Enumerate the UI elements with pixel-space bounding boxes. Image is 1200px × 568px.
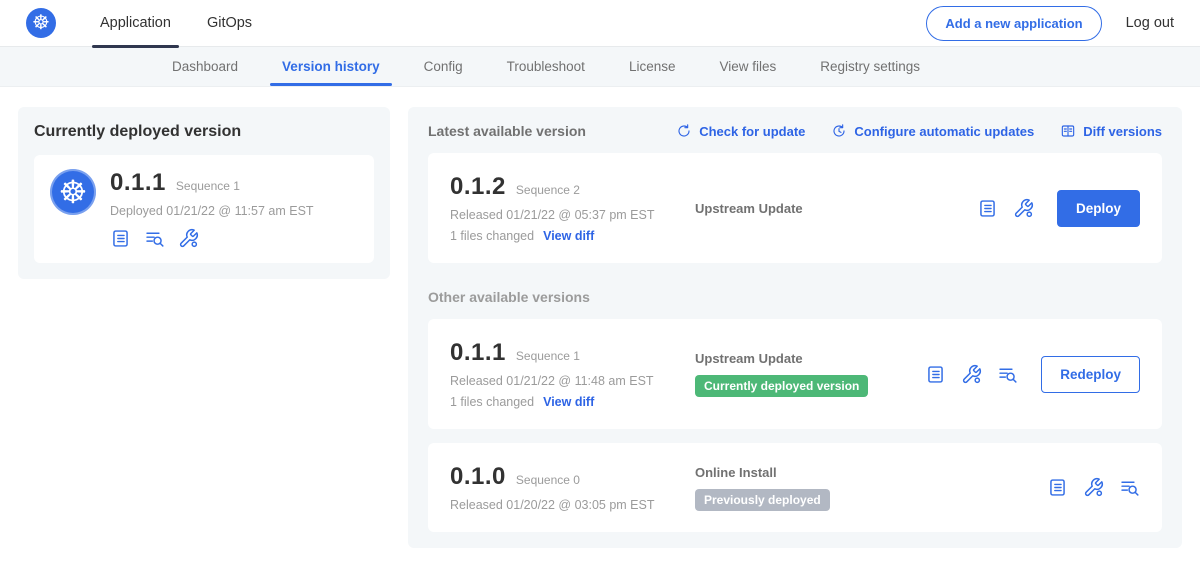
check-for-update-link[interactable]: Check for update [676,123,805,139]
deploy-button[interactable]: Deploy [1057,190,1140,227]
subnav-item-registry-settings[interactable]: Registry settings [798,47,942,86]
sequence-label: Sequence 0 [516,473,580,487]
logout-link[interactable]: Log out [1126,15,1174,31]
refresh-icon [676,123,692,139]
subnav-item-dashboard[interactable]: Dashboard [150,47,260,86]
release-notes-icon[interactable] [1047,477,1068,498]
release-notes-icon[interactable] [977,198,998,219]
released-date: Released 01/21/22 @ 05:37 pm EST [450,208,695,222]
released-date: Released 01/21/22 @ 11:48 am EST [450,374,695,388]
app-logo-icon: ☸ [50,169,96,215]
configure-automatic-updates-label: Configure automatic updates [854,124,1034,139]
tab-application[interactable]: Application [82,0,189,47]
sequence-label: Sequence 1 [516,349,580,363]
version-row: 0.1.0 Sequence 0 Released 01/20/22 @ 03:… [428,443,1162,532]
version-row-latest: 0.1.2 Sequence 2 Released 01/21/22 @ 05:… [428,153,1162,263]
view-files-icon[interactable] [997,364,1018,385]
view-diff-link[interactable]: View diff [543,395,594,409]
edit-config-icon[interactable] [961,364,982,385]
version-source: Online Install [695,465,1047,480]
edit-config-icon[interactable] [1083,477,1104,498]
version-source: Upstream Update [695,351,925,366]
files-changed-label: 1 files changed [450,395,534,409]
version-number: 0.1.2 [450,173,506,201]
deployed-date: Deployed 01/21/22 @ 11:57 am EST [110,204,314,218]
subnav-item-version-history[interactable]: Version history [260,47,402,86]
released-date: Released 01/20/22 @ 03:05 pm EST [450,498,695,512]
app-subnav: Dashboard Version history Config Trouble… [0,47,1200,87]
deployed-panel-title: Currently deployed version [34,123,374,141]
files-changed-label: 1 files changed [450,229,534,243]
app-header: ☸ Application GitOps Add a new applicati… [0,0,1200,47]
schedule-icon [831,123,847,139]
release-notes-icon[interactable] [110,228,131,249]
version-actions: Check for update Configure automatic upd… [676,123,1162,139]
subnav-item-view-files[interactable]: View files [697,47,798,86]
deployed-version-number: 0.1.1 [110,169,166,197]
app-nav: Application GitOps [82,0,270,47]
sequence-label: Sequence 2 [516,183,580,197]
currently-deployed-badge: Currently deployed version [695,375,868,397]
diff-versions-label: Diff versions [1083,124,1162,139]
tab-gitops[interactable]: GitOps [189,0,270,47]
currently-deployed-panel: Currently deployed version ☸ 0.1.1 Seque… [18,107,390,279]
latest-version-title: Latest available version [428,123,586,139]
check-for-update-label: Check for update [699,124,805,139]
view-diff-link[interactable]: View diff [543,229,594,243]
edit-config-icon[interactable] [178,228,199,249]
diff-versions-link[interactable]: Diff versions [1060,123,1162,139]
view-files-icon[interactable] [144,228,165,249]
version-number: 0.1.1 [450,339,506,367]
kubernetes-logo-icon: ☸ [26,8,56,38]
add-application-button[interactable]: Add a new application [926,6,1101,41]
redeploy-button[interactable]: Redeploy [1041,356,1140,393]
deployed-sequence-label: Sequence 1 [176,179,240,193]
configure-automatic-updates-link[interactable]: Configure automatic updates [831,123,1034,139]
view-files-icon[interactable] [1119,477,1140,498]
main-content: Currently deployed version ☸ 0.1.1 Seque… [0,87,1200,568]
version-row: 0.1.1 Sequence 1 Released 01/21/22 @ 11:… [428,319,1162,429]
subnav-item-license[interactable]: License [607,47,698,86]
subnav-item-config[interactable]: Config [402,47,485,86]
edit-config-icon[interactable] [1013,198,1034,219]
subnav-item-troubleshoot[interactable]: Troubleshoot [485,47,607,86]
deployed-actions [110,228,314,249]
deployed-version-card: ☸ 0.1.1 Sequence 1 Deployed 01/21/22 @ 1… [34,155,374,263]
version-number: 0.1.0 [450,463,506,491]
version-history-panel: Latest available version Check for updat… [408,107,1182,548]
release-notes-icon[interactable] [925,364,946,385]
version-source: Upstream Update [695,201,977,216]
diff-icon [1060,123,1076,139]
other-versions-title: Other available versions [428,289,1162,305]
previously-deployed-badge: Previously deployed [695,489,830,511]
